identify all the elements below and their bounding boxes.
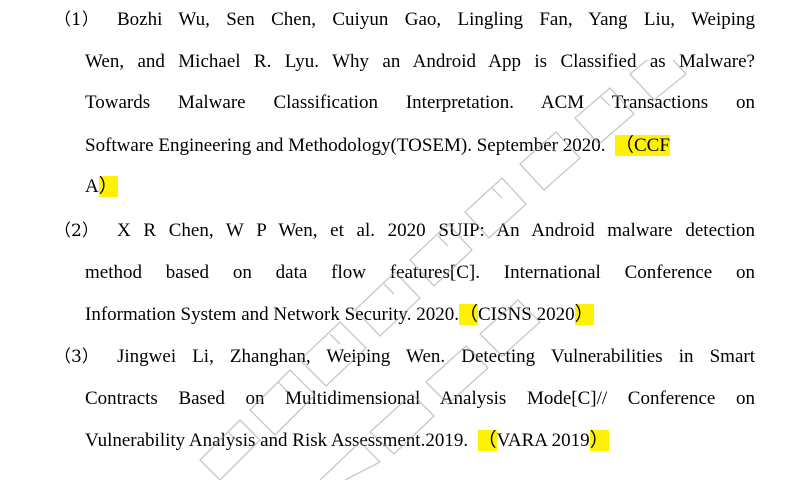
reference-line: Software Engineering and Methodology(TOS… (85, 135, 755, 157)
venue-highlight: （ (458, 304, 478, 325)
venue-text: VARA 2019 (496, 430, 590, 451)
reference-line: Bozhi Wu, Sen Chen, Cuiyun Gao, Lingling… (117, 9, 755, 30)
reference-text: Software Engineering and Methodology(TOS… (85, 135, 606, 156)
reference-line: Information System and Network Security.… (85, 304, 755, 326)
reference-number: （3） (54, 347, 99, 367)
reference-line: Contracts Based on Multidimensional Anal… (85, 388, 755, 409)
reference-line: Towards Malware Classification Interpret… (85, 92, 755, 113)
reference-line: Vulnerability Analysis and Risk Assessme… (85, 430, 755, 452)
reference-text: Information System and Network Security.… (85, 304, 459, 325)
venue-highlight: （CCF (614, 135, 670, 156)
reference-line: Wen, and Michael R. Lyu. Why an Android … (85, 51, 755, 72)
venue-highlight: ） (574, 304, 594, 325)
venue-highlight: ） (98, 176, 118, 197)
reference-line: X R Chen, W P Wen, et al. 2020 SUIP: An … (117, 220, 755, 241)
reference-text: A (85, 176, 99, 197)
venue-highlight: ） (589, 430, 609, 451)
reference-line: A） (85, 176, 755, 198)
reference-text: Vulnerability Analysis and Risk Assessme… (85, 430, 469, 451)
reference-line: Jingwei Li, Zhanghan, Weiping Wen. Detec… (117, 346, 755, 367)
reference-line: method based on data flow features[C]. I… (85, 262, 755, 283)
venue-text: CISNS 2020 (477, 304, 575, 325)
reference-number: （2） (54, 221, 99, 241)
document-page: （1） Bozhi Wu, Sen Chen, Cuiyun Gao, Ling… (0, 0, 793, 480)
reference-number: （1） (54, 10, 99, 30)
venue-highlight: （ (477, 430, 497, 451)
